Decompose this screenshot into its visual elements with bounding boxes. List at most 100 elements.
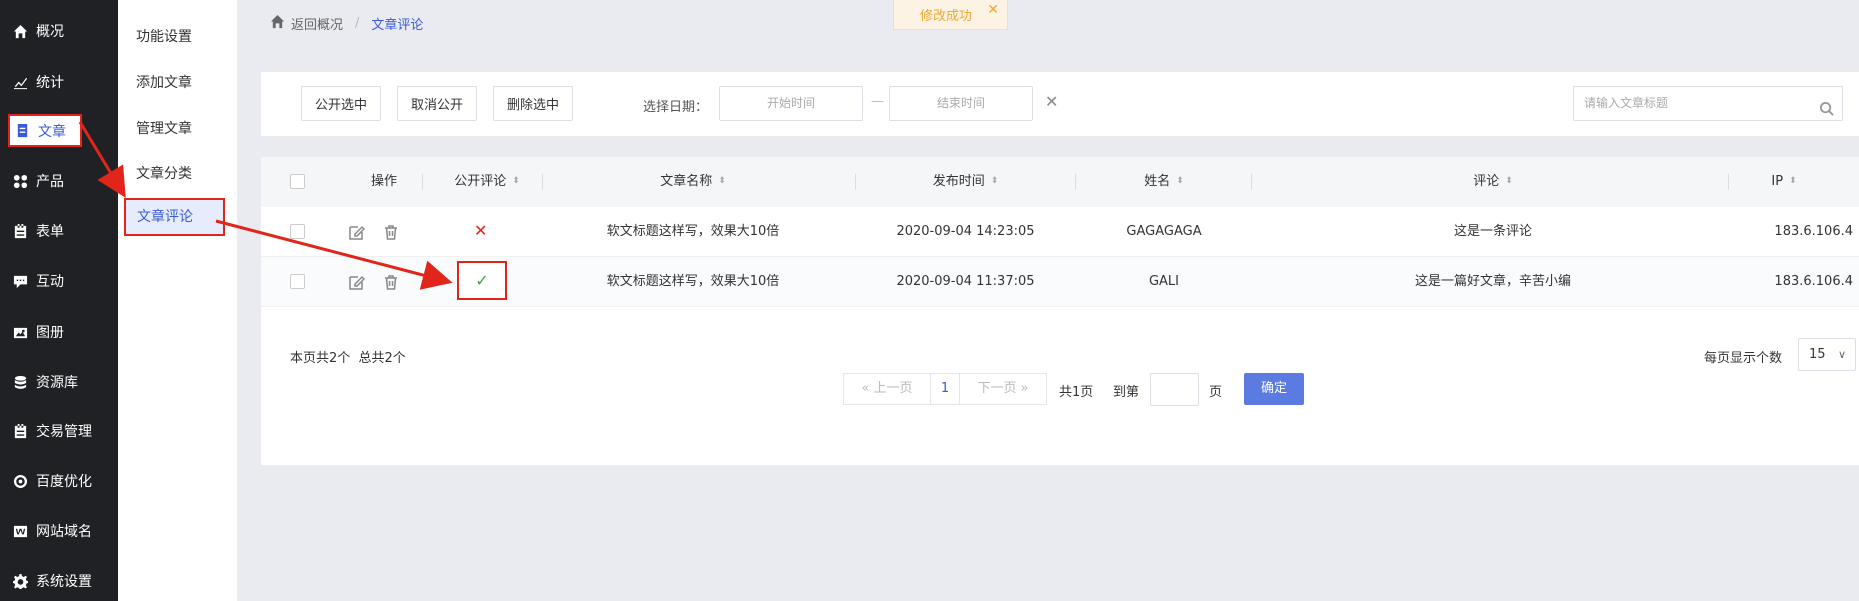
table-row: ✕ 软文标题这样写，效果大10倍 2020-09-04 14:23:05 GAG… [261, 207, 1859, 257]
sidebar-item-label: 网站域名 [36, 524, 92, 540]
sidebar-item-label: 系统设置 [36, 574, 92, 590]
per-page-value: 15 [1809, 347, 1826, 362]
submenu-item-article-categories[interactable]: 文章分类 [118, 157, 237, 191]
page-summary: 本页共2个 总共2个 [290, 351, 406, 366]
toast-message: 修改成功 [920, 9, 973, 24]
per-page-select[interactable]: 15 ∨ [1798, 338, 1856, 371]
public-check-icon[interactable]: ✓ [457, 261, 507, 300]
domain-icon [12, 523, 28, 539]
sort-icon[interactable]: ⬍ [1789, 177, 1797, 186]
database-icon [12, 374, 28, 390]
cell-comment: 这是一条评论 [1453, 224, 1532, 239]
cell-title[interactable]: 软文标题这样写，效果大10倍 [543, 257, 843, 307]
search-input[interactable]: 请输入文章标题 [1573, 86, 1843, 121]
delete-selected-button[interactable]: 删除选中 [493, 86, 574, 121]
sidebar-item-trade[interactable]: 交易管理 [0, 409, 118, 453]
page-1-button[interactable]: 1 [930, 373, 960, 405]
main-sidebar: 概况 统计 文章 产品 表单 互动 图册 资源库 交易管理 百度优化 网站域名 [0, 0, 118, 601]
sidebar-item-product[interactable]: 产品 [0, 159, 118, 203]
submenu-item-feature-settings[interactable]: 功能设置 [118, 20, 237, 54]
column-name[interactable]: 姓名 ⬍ [1076, 157, 1252, 207]
goto-unit: 页 [1209, 385, 1223, 400]
total-pages: 共1页 [1059, 385, 1094, 400]
sidebar-item-label: 交易管理 [36, 424, 92, 440]
album-icon [12, 324, 28, 340]
sidebar-item-overview[interactable]: 概况 [0, 9, 118, 53]
form-icon [12, 223, 28, 239]
cell-name: GAGAGAGA [1126, 224, 1202, 239]
comments-table: 操作 公开评论 ⬍ 文章名称 ⬍ 发布时间 ⬍ 姓名 ⬍ 评论 ⬍ IP ⬍ ✕ 软文标题这… [261, 157, 1859, 465]
row-checkbox[interactable] [290, 274, 305, 289]
submenu-item-article-comments[interactable]: 文章评论 [124, 198, 225, 236]
column-public[interactable]: 公开评论 ⬍ [423, 157, 551, 207]
search-icon[interactable] [1819, 96, 1834, 129]
sort-icon[interactable]: ⬍ [718, 177, 726, 186]
cell-name: GALI [1148, 274, 1180, 289]
goto-page-input[interactable] [1150, 373, 1199, 406]
table-header: 操作 公开评论 ⬍ 文章名称 ⬍ 发布时间 ⬍ 姓名 ⬍ 评论 ⬍ IP ⬍ [261, 157, 1859, 207]
edit-icon[interactable] [349, 224, 366, 244]
publish-selected-button[interactable]: 公开选中 [301, 86, 382, 121]
trade-icon [12, 423, 28, 439]
trash-icon[interactable] [383, 224, 399, 244]
sidebar-item-interaction[interactable]: 互动 [0, 259, 118, 303]
cell-ip: 183.6.106.4 [1774, 274, 1853, 289]
sidebar-item-label: 互动 [36, 274, 64, 290]
sidebar-item-label: 文章 [38, 123, 66, 140]
chat-icon [12, 273, 28, 289]
breadcrumb-back-link[interactable]: 返回概况 [291, 14, 343, 33]
unpublish-button[interactable]: 取消公开 [397, 86, 478, 121]
gear-icon [12, 573, 28, 589]
sidebar-item-stats[interactable]: 统计 [0, 60, 118, 104]
chevron-down-icon: ∨ [1837, 348, 1846, 361]
sidebar-item-album[interactable]: 图册 [0, 310, 118, 354]
seo-icon [12, 473, 28, 489]
not-public-icon[interactable]: ✕ [474, 221, 487, 240]
chart-icon [12, 74, 28, 90]
sort-icon[interactable]: ⬍ [1505, 177, 1513, 186]
sidebar-item-settings[interactable]: 系统设置 [0, 559, 118, 601]
sidebar-item-seo[interactable]: 百度优化 [0, 459, 118, 503]
column-publish-time[interactable]: 发布时间 ⬍ [856, 157, 1075, 207]
per-page-label: 每页显示个数 [1704, 351, 1783, 366]
sidebar-item-label: 百度优化 [36, 474, 92, 490]
clear-date-icon[interactable]: ✕ [1045, 92, 1058, 111]
start-date-input[interactable]: 开始时间 [719, 86, 863, 121]
grid-icon [12, 173, 28, 189]
column-comment[interactable]: 评论 ⬍ [1252, 157, 1734, 207]
sidebar-item-label: 图册 [36, 325, 64, 341]
sidebar-item-article[interactable]: 文章 [8, 114, 82, 147]
column-title[interactable]: 文章名称 ⬍ [543, 157, 843, 207]
cell-comment: 这是一篇好文章，辛苦小编 [1414, 274, 1571, 289]
submenu-item-manage-articles[interactable]: 管理文章 [118, 112, 237, 146]
edit-icon[interactable] [349, 274, 366, 294]
search-placeholder: 请输入文章标题 [1584, 96, 1669, 110]
end-date-input[interactable]: 结束时间 [889, 86, 1033, 121]
close-icon[interactable]: ✕ [987, 2, 999, 18]
date-label: 选择日期： [643, 100, 709, 115]
breadcrumb-current: 文章评论 [371, 18, 424, 33]
sidebar-item-domain[interactable]: 网站域名 [0, 509, 118, 553]
home-icon[interactable] [270, 14, 291, 33]
sidebar-item-resources[interactable]: 资源库 [0, 360, 118, 404]
sort-icon[interactable]: ⬍ [1176, 177, 1184, 186]
submenu-item-add-article[interactable]: 添加文章 [118, 66, 237, 100]
sidebar-item-label: 统计 [36, 75, 64, 91]
cell-title[interactable]: 软文标题这样写，效果大10倍 [543, 207, 843, 257]
column-ip[interactable]: IP ⬍ [1729, 157, 1839, 207]
prev-page-button[interactable]: « 上一页 [843, 373, 931, 405]
next-page-button[interactable]: 下一页 » [959, 373, 1047, 405]
success-toast: 修改成功 ✕ [893, 0, 1008, 30]
confirm-button[interactable]: 确定 [1244, 373, 1304, 405]
cell-publish-time: 2020-09-04 11:37:05 [896, 274, 1035, 289]
trash-icon[interactable] [383, 274, 399, 294]
select-all-checkbox[interactable] [290, 174, 305, 189]
sidebar-item-label: 概况 [36, 24, 64, 40]
row-checkbox[interactable] [290, 224, 305, 239]
cell-publish-time: 2020-09-04 14:23:05 [896, 224, 1035, 239]
sort-icon[interactable]: ⬍ [512, 177, 520, 186]
sidebar-item-form[interactable]: 表单 [0, 209, 118, 253]
sort-icon[interactable]: ⬍ [991, 177, 999, 186]
sidebar-item-label: 产品 [36, 174, 64, 190]
sidebar-item-label: 表单 [36, 224, 64, 240]
